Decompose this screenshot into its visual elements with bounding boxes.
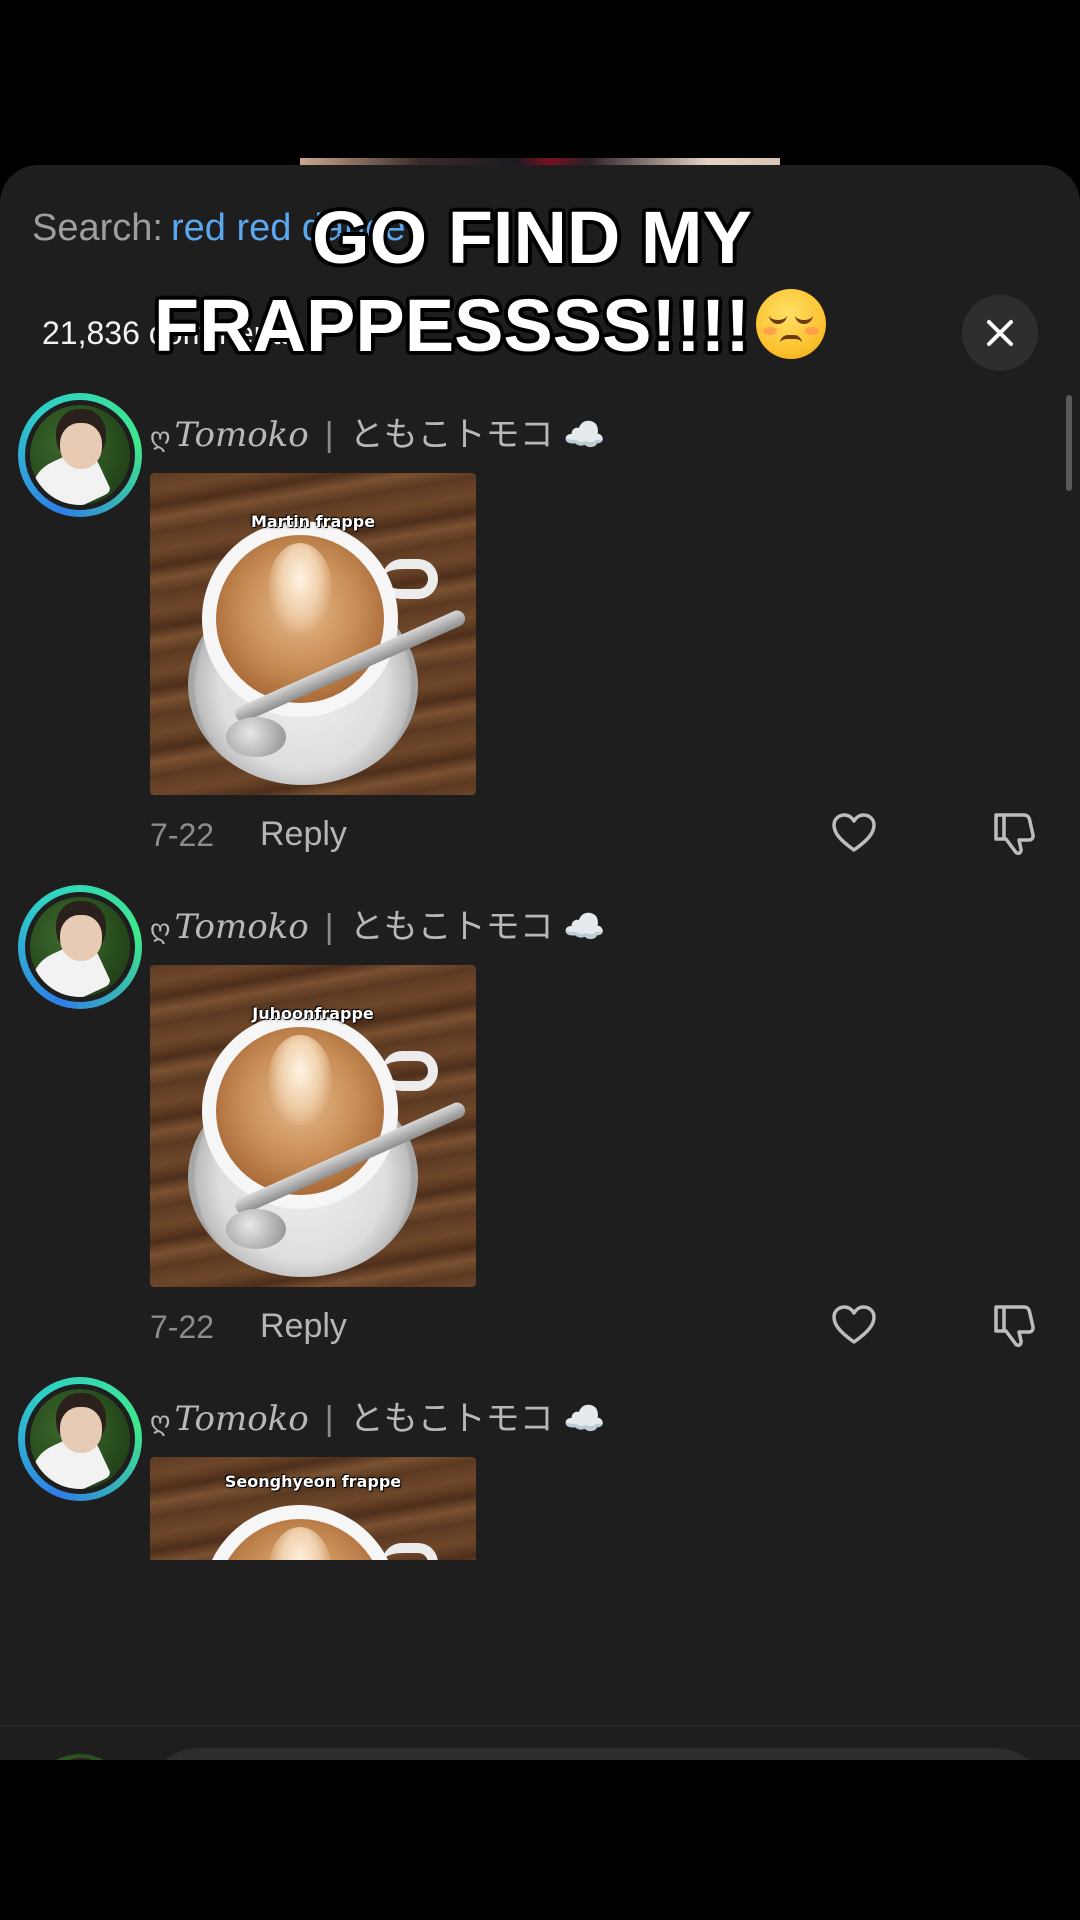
comment-photo[interactable]: Juhoonfrappe: [150, 965, 476, 1287]
comment-username[interactable]: ღ Tomoko | ともこトモコ ☁️: [150, 1391, 605, 1440]
reply-button[interactable]: Reply: [260, 1307, 347, 1346]
user-avatar[interactable]: [30, 1754, 130, 1760]
comment-photo[interactable]: Seonghyeon frappe: [150, 1457, 476, 1560]
avatar[interactable]: [18, 393, 142, 517]
reply-button[interactable]: Reply: [260, 815, 347, 854]
photo-caption: Juhoonfrappe: [252, 1004, 374, 1023]
comment-meta: 7-22 Reply: [150, 1305, 1050, 1349]
comments-sheet: ღ Tomoko | ともこトモコ ☁️ Martin frappe 7-22 Rep…: [0, 165, 1080, 1760]
comment-date: 7-22: [150, 817, 215, 853]
photo-caption: Seonghyeon frappe: [224, 1472, 402, 1491]
comment-list[interactable]: ღ Tomoko | ともこトモコ ☁️ Martin frappe 7-22 Rep…: [0, 165, 1080, 1560]
video-caption-line-2: FRAPPESSSS!!!!: [0, 283, 1030, 368]
avatar[interactable]: [18, 1377, 142, 1501]
comment-photo[interactable]: Martin frappe: [150, 473, 476, 795]
heart-icon[interactable]: [830, 809, 878, 857]
photo-caption: Martin frappe: [250, 512, 376, 531]
video-caption-line-1: GO FIND MY: [312, 196, 752, 279]
comment-username[interactable]: ღ Tomoko | ともこトモコ ☁️: [150, 407, 605, 456]
comment-composer: [0, 1725, 1080, 1760]
dislike-icon[interactable]: [990, 809, 1038, 857]
avatar[interactable]: [18, 885, 142, 1009]
comment-input-pill[interactable]: [145, 1748, 1049, 1760]
relieved-face-emoji: [756, 289, 827, 359]
dislike-icon[interactable]: [990, 1301, 1038, 1349]
comment-username[interactable]: ღ Tomoko | ともこトモコ ☁️: [150, 899, 605, 948]
heart-icon[interactable]: [830, 1301, 878, 1349]
scrollbar-thumb[interactable]: [1066, 395, 1072, 491]
comment-date: 7-22: [150, 1309, 215, 1345]
comment-meta: 7-22 Reply: [150, 813, 1050, 857]
